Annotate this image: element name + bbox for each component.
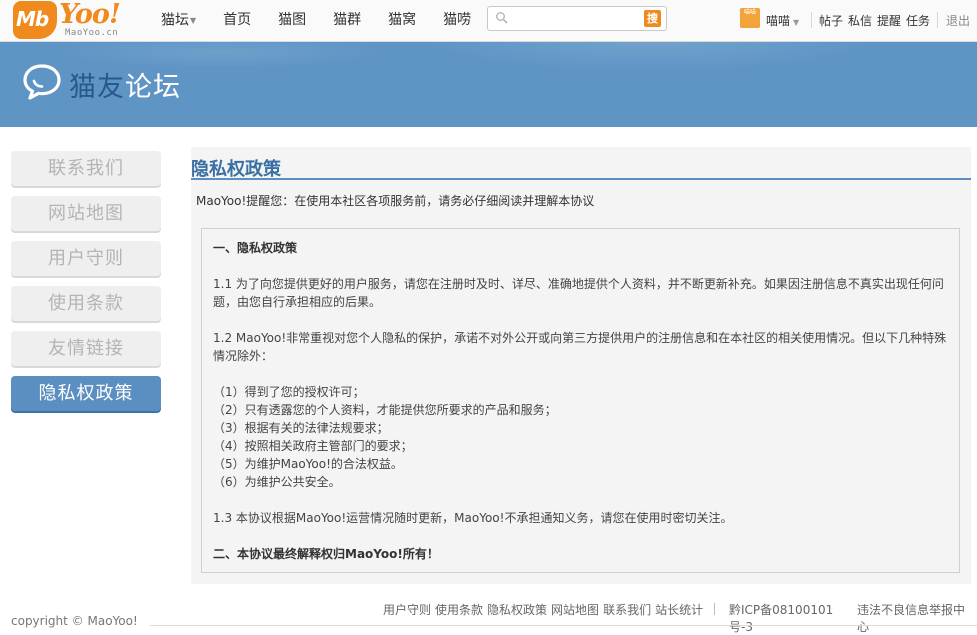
paragraph-line: 1.2 MaoYoo!非常重视对您个人隐私的保护，承诺不对外公开或向第三方提供用… [213, 331, 947, 345]
content-panel: 隐私权政策 MaoYoo!提醒您：在使用本社区各项服务前，请务必仔细阅读并理解本… [191, 147, 971, 584]
logo-wordmark: Yoo! [59, 0, 121, 30]
list-item: （4）按照相关政府主管部门的要求； [213, 439, 413, 453]
report-center-link[interactable]: 违法不良信息举报中心 [857, 601, 973, 635]
user-name: 喵喵 [766, 14, 791, 28]
logo-badge: Mb [13, 1, 57, 39]
icp-number[interactable]: 黔ICP备08100101号-3 [729, 601, 853, 635]
divider [714, 603, 715, 615]
section-heading: 二、本协议最终解释权归MaoYoo!所有！ [213, 547, 439, 561]
chevron-down-icon: ▼ [793, 18, 800, 27]
search-input[interactable] [512, 9, 642, 28]
sidebar-item-privacy[interactable]: 隐私权政策 [11, 376, 161, 411]
footer-link-privacy[interactable]: 隐私权政策 [487, 601, 547, 618]
section-heading: 一、隐私权政策 [213, 241, 298, 255]
speech-bubble-icon [23, 64, 61, 100]
avatar-text: 喵喵 [743, 9, 756, 16]
sidebar-item-links[interactable]: 友情链接 [11, 331, 161, 366]
list-item: （6）为维护公共安全。 [213, 475, 341, 489]
user-links: 帖子 私信 提醒 任务 [819, 12, 935, 29]
footer-link-terms[interactable]: 使用条款 [435, 601, 483, 618]
paragraph-line: 1.1 为了向您提供更好的用户服务，请您在注册时及时、详尽、准确地提供个人资料，… [213, 277, 944, 291]
search-icon [496, 12, 508, 24]
reminder-text: MaoYoo!提醒您：在使用本社区各项服务前，请务必仔细阅读并理解本协议 [196, 194, 595, 208]
footer-links: 用户守则 使用条款 隐私权政策 网站地图 联系我们 站长统计 [383, 601, 707, 618]
link-tasks[interactable]: 任务 [906, 12, 930, 29]
list-item: （5）为维护MaoYoo!的合法权益。 [213, 457, 403, 471]
sidebar-item-contact[interactable]: 联系我们 [11, 151, 161, 186]
nav-item-pictures[interactable]: 猫图 [278, 0, 306, 41]
sidebar-item-user-rules[interactable]: 用户守则 [11, 241, 161, 276]
nav-item-chat[interactable]: 猫唠 [443, 0, 471, 41]
title-rest: 论坛 [125, 72, 181, 103]
chevron-down-icon: ▼ [190, 16, 197, 25]
link-posts[interactable]: 帖子 [819, 12, 843, 29]
user-menu[interactable]: 喵喵 ▼ [766, 12, 799, 29]
footer-link-user-rules[interactable]: 用户守则 [383, 601, 431, 618]
sidebar-item-sitemap[interactable]: 网站地图 [11, 196, 161, 231]
paragraph-line: 1.3 本协议根据MaoYoo!运营情况随时更新，MaoYoo!不承担通知义务，… [213, 511, 733, 525]
copyright: copyright © MaoYoo! [11, 614, 138, 628]
nav-item-home[interactable]: 首页 [223, 0, 251, 41]
link-messages[interactable]: 私信 [848, 12, 872, 29]
site-logo[interactable]: Mb Yoo! MaoYoo.cn [13, 0, 128, 39]
nav-item-label: 猫坛 [161, 12, 189, 29]
nav-item-groups[interactable]: 猫群 [333, 0, 361, 41]
title-highlight: 猫友 [69, 72, 125, 103]
list-item: （2）只有透露您的个人资料，才能提供您所要求的产品和服务； [213, 403, 557, 417]
sidebar-item-terms[interactable]: 使用条款 [11, 286, 161, 321]
title-underline [191, 178, 971, 180]
nav-item-nest[interactable]: 猫窝 [388, 0, 416, 41]
list-item: （3）根据有关的法律法规要求； [213, 421, 389, 435]
divider [937, 12, 938, 28]
paragraph-line: 题，由您自行承担相应的后果。 [213, 295, 382, 309]
footer-legal: 黔ICP备08100101号-3 违法不良信息举报中心 [729, 601, 977, 635]
logo-domain: MaoYoo.cn [65, 28, 119, 38]
divider [811, 12, 812, 28]
main-nav: 猫坛▼ 首页 猫图 猫群 猫窝 猫唠 [161, 0, 498, 41]
nav-item-forum[interactable]: 猫坛▼ [161, 0, 196, 41]
forum-banner: 猫友论坛 [0, 42, 977, 127]
list-item: （1）得到了您的授权许可； [213, 385, 365, 399]
avatar[interactable]: 喵喵 [740, 8, 760, 28]
top-navigation-bar: Mb Yoo! MaoYoo.cn 猫坛▼ 首页 猫图 猫群 猫窝 猫唠 搜 喵… [0, 0, 977, 42]
footer-link-contact[interactable]: 联系我们 [603, 601, 651, 618]
page-title: 猫友论坛 [69, 65, 181, 104]
paragraph-line: 情况除外： [213, 349, 274, 363]
search-button[interactable]: 搜 [644, 10, 661, 27]
policy-text-box: 一、隐私权政策 1.1 为了向您提供更好的用户服务，请您在注册时及时、详尽、准确… [201, 228, 960, 573]
search-box: 搜 [487, 6, 667, 31]
logout-link[interactable]: 退出 [946, 12, 970, 29]
footer-divider [150, 625, 977, 626]
footer-link-stats[interactable]: 站长统计 [655, 601, 703, 618]
link-notifications[interactable]: 提醒 [877, 12, 901, 29]
footer-link-sitemap[interactable]: 网站地图 [551, 601, 599, 618]
